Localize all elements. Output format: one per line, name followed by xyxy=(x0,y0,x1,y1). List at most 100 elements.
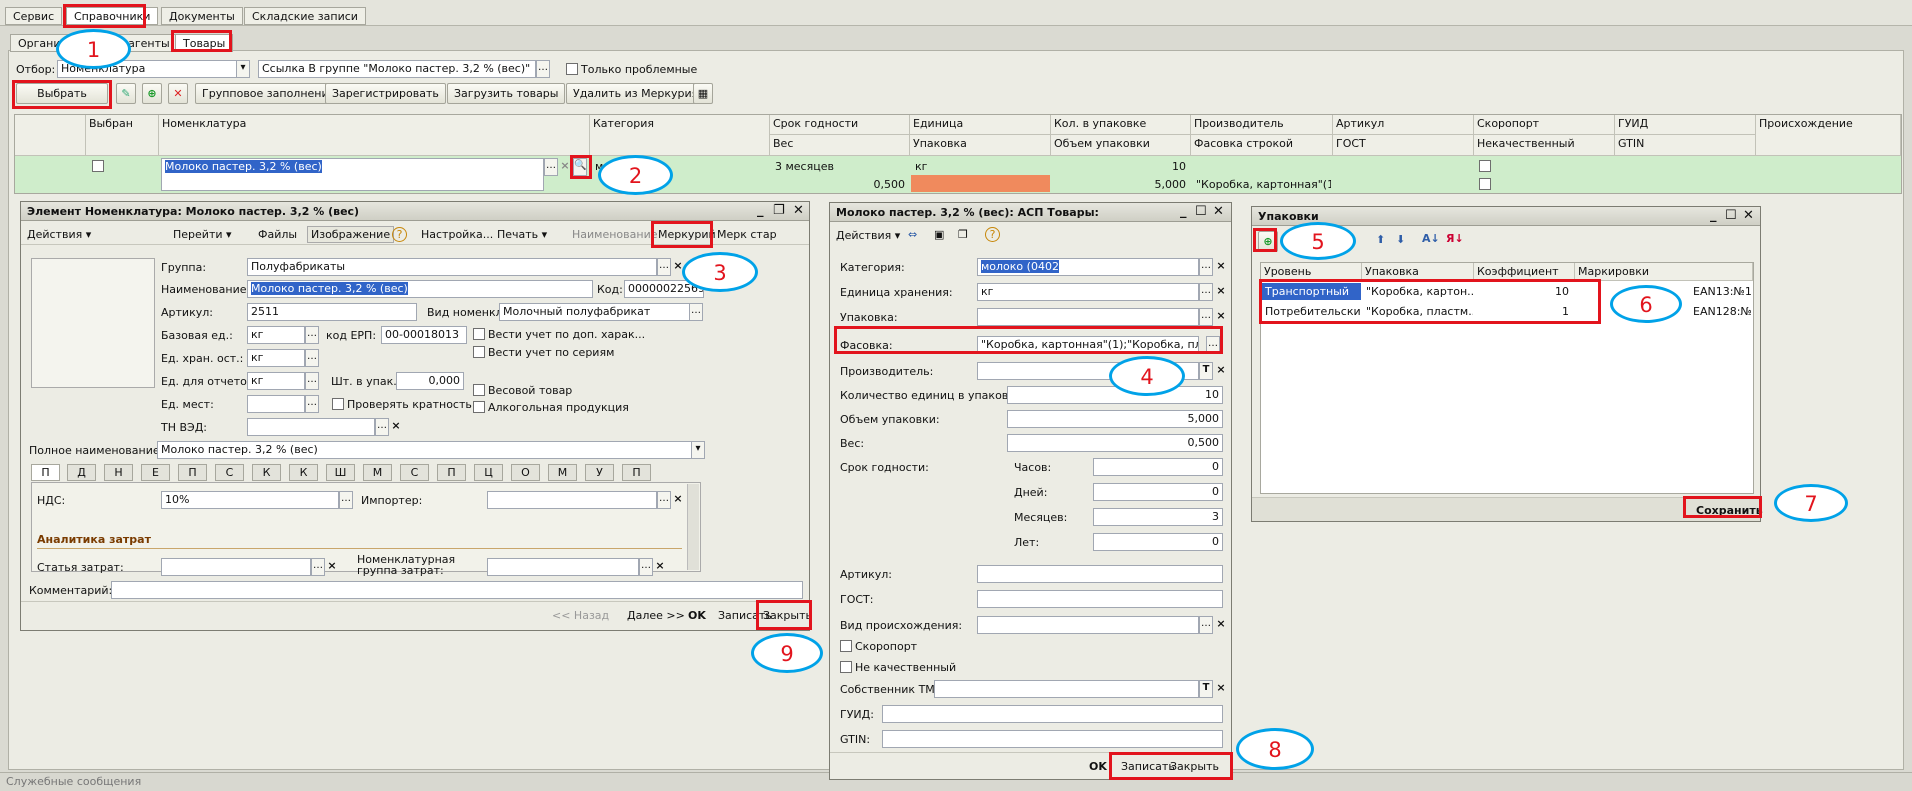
full-name-field[interactable]: Молоко пастер. 3,2 % (вес) xyxy=(157,441,693,459)
page-tab[interactable]: Д xyxy=(67,464,96,481)
asp-producer-t-button[interactable]: T xyxy=(1199,362,1213,380)
nom-goto-menu[interactable]: Перейти ▾ xyxy=(173,228,232,241)
asp-storage-unit-dots[interactable]: … xyxy=(1199,283,1213,301)
asp-origin-clear-icon[interactable]: × xyxy=(1214,616,1228,634)
col-header-package[interactable]: Упаковка xyxy=(910,135,1051,156)
row-package-empty[interactable] xyxy=(911,175,1050,192)
group-fill-button[interactable]: Групповое заполнение xyxy=(195,83,343,104)
page-tab[interactable]: П xyxy=(622,464,651,481)
name-field[interactable]: Молоко пастер. 3,2 % (вес) xyxy=(247,280,593,298)
col-header-article[interactable]: Артикул xyxy=(1333,115,1474,135)
row-nomenclature-dots[interactable]: … xyxy=(544,158,558,176)
nom-image-button[interactable]: Изображение xyxy=(307,226,395,243)
asp-gost-field[interactable] xyxy=(977,590,1223,608)
col-header-selected[interactable]: Выбран xyxy=(86,115,159,156)
tn-field[interactable] xyxy=(247,418,375,436)
page-tab[interactable]: П xyxy=(178,464,207,481)
nom-merc-old-button[interactable]: Мерк стар xyxy=(717,228,777,241)
check-multiplicity[interactable] xyxy=(332,398,344,410)
asp-origin-dots[interactable]: … xyxy=(1199,616,1213,634)
col-header-unit[interactable]: Единица xyxy=(910,115,1051,135)
base-unit-dots[interactable]: … xyxy=(305,326,319,344)
col-header-category[interactable]: Категория xyxy=(590,115,770,156)
col-header-gost[interactable]: ГОСТ xyxy=(1333,135,1474,156)
page-tab[interactable]: О xyxy=(511,464,540,481)
nom-files-button[interactable]: Файлы xyxy=(258,228,297,241)
report-unit-dots[interactable]: … xyxy=(305,372,319,390)
pack-row2-mark[interactable]: EAN128:№2 xyxy=(1690,303,1752,320)
importer-clear-icon[interactable]: × xyxy=(671,491,685,509)
expense-field[interactable] xyxy=(161,558,311,576)
maximize-icon[interactable]: ☐ xyxy=(1725,208,1737,223)
delete-icon[interactable]: ✕ xyxy=(168,83,188,104)
col-header-producer[interactable]: Производитель xyxy=(1191,115,1333,135)
col-header-gtin[interactable]: GTIN xyxy=(1615,135,1756,156)
nom-group-clear-icon[interactable]: × xyxy=(653,558,667,576)
asp-ok-button[interactable]: OK xyxy=(1089,760,1107,773)
article-field[interactable]: 2511 xyxy=(247,303,417,321)
minimize-icon[interactable]: _ xyxy=(757,203,764,218)
asp-category-dots[interactable]: … xyxy=(1199,258,1213,276)
page-tab[interactable]: К xyxy=(252,464,281,481)
page-tab[interactable]: С xyxy=(215,464,244,481)
asp-owner-field[interactable] xyxy=(934,680,1199,698)
col-header-origin[interactable]: Происхождение xyxy=(1756,115,1901,156)
register-button[interactable]: Зарегистрировать xyxy=(325,83,446,104)
group-field[interactable]: Полуфабрикаты xyxy=(247,258,657,276)
tab-documents[interactable]: Документы xyxy=(161,7,243,25)
pack-row1-mark[interactable]: EAN13:№1 xyxy=(1690,283,1752,300)
comment-field[interactable] xyxy=(111,581,803,599)
expense-clear-icon[interactable]: × xyxy=(325,558,339,576)
col-header-badquality[interactable]: Некачественный xyxy=(1474,135,1615,156)
asp-badquality-checkbox[interactable] xyxy=(840,661,852,673)
asp-category-field[interactable]: молоко (0402 xyxy=(977,258,1199,276)
importer-field[interactable] xyxy=(487,491,657,509)
row-badquality-checkbox[interactable] xyxy=(1479,178,1491,190)
restore-icon[interactable]: ❐ xyxy=(773,203,785,218)
asp-weight-field[interactable]: 0,500 xyxy=(1007,434,1223,452)
page-tab[interactable]: У xyxy=(585,464,614,481)
tn-dots[interactable]: … xyxy=(375,418,389,436)
asp-owner-t-button[interactable]: T xyxy=(1199,680,1213,698)
asp-hours-field[interactable]: 0 xyxy=(1093,458,1223,476)
delete-mercury-button[interactable]: Удалить из Меркурия xyxy=(566,83,706,104)
base-unit-field[interactable]: кг xyxy=(247,326,305,344)
asp-producer-clear-icon[interactable]: × xyxy=(1214,362,1228,380)
asp-origin-field[interactable] xyxy=(977,616,1199,634)
place-unit-field[interactable] xyxy=(247,395,305,413)
importer-dots[interactable]: … xyxy=(657,491,671,509)
col-header-weight[interactable]: Вес xyxy=(770,135,910,156)
close-icon[interactable]: ✕ xyxy=(1743,208,1754,223)
asp-perishable-checkbox[interactable] xyxy=(840,640,852,652)
page-tab[interactable]: С xyxy=(400,464,429,481)
col-header-shelf[interactable]: Срок годности xyxy=(770,115,910,135)
asp-storage-unit-clear-icon[interactable]: × xyxy=(1214,283,1228,301)
page-tab[interactable]: М xyxy=(363,464,392,481)
asp-owner-clear-icon[interactable]: × xyxy=(1214,680,1228,698)
page-tab[interactable]: Ш xyxy=(326,464,355,481)
kind-field[interactable]: Молочный полуфабрикат xyxy=(499,303,691,321)
asp-years-field[interactable]: 0 xyxy=(1093,533,1223,551)
asp-copy-icon[interactable]: ❐ xyxy=(958,228,968,241)
col-header-packing[interactable]: Фасовка строкой xyxy=(1191,135,1333,156)
col-header-perishable[interactable]: Скоропорт xyxy=(1474,115,1615,135)
tab-service[interactable]: Сервис xyxy=(5,7,63,25)
pcs-field[interactable]: 0,000 xyxy=(396,372,464,390)
row-nomenclature-field[interactable]: Молоко пастер. 3,2 % (вес) xyxy=(161,158,544,191)
row-selected-checkbox[interactable] xyxy=(92,160,104,172)
check-weight[interactable] xyxy=(473,384,485,396)
erp-code-field[interactable]: 00-00018013 xyxy=(381,326,467,344)
panel-scrollbar[interactable] xyxy=(687,484,699,570)
page-tab[interactable]: Н xyxy=(104,464,133,481)
expense-dots[interactable]: … xyxy=(311,558,325,576)
load-goods-button[interactable]: Загрузить товары xyxy=(447,83,566,104)
pack-col-mark[interactable]: Маркировки xyxy=(1575,263,1753,281)
filter-link-dots[interactable]: … xyxy=(536,60,550,78)
asp-units-in-pkg-field[interactable]: 10 xyxy=(1007,386,1223,404)
page-tab[interactable]: К xyxy=(289,464,318,481)
page-tab[interactable]: М xyxy=(548,464,577,481)
edit-icon[interactable]: ✎ xyxy=(116,83,136,104)
asp-guid-field[interactable] xyxy=(882,705,1223,723)
col-header-guid[interactable]: ГУИД xyxy=(1615,115,1756,135)
help-icon[interactable]: ? xyxy=(392,227,407,242)
